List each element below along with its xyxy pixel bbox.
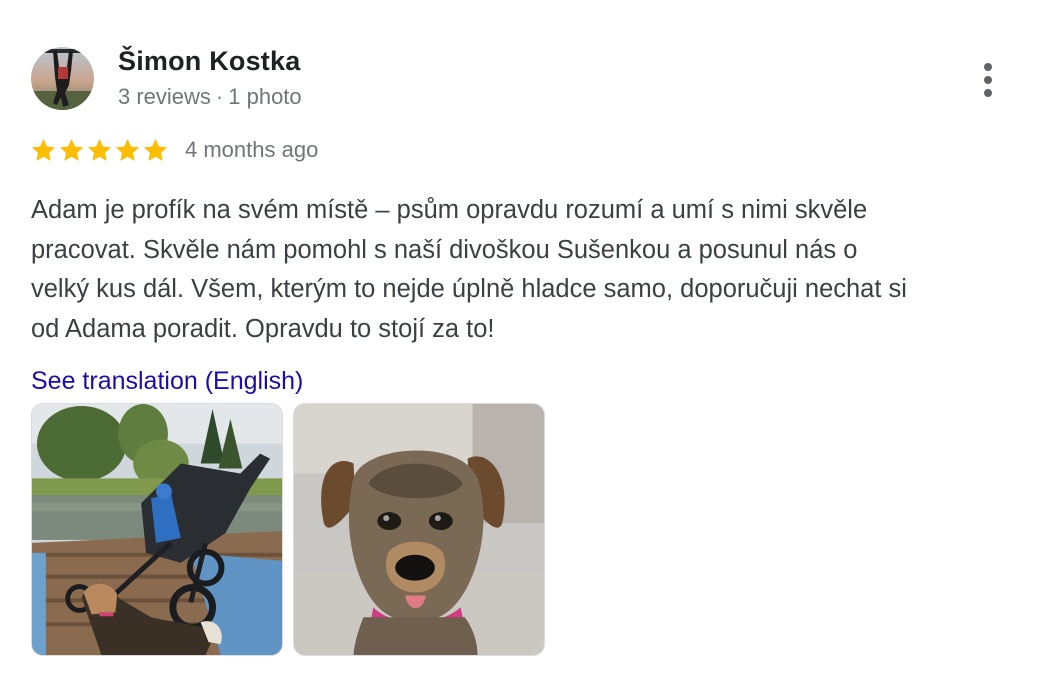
star-icon: [115, 138, 140, 161]
review-card: Šimon Kostka 3 reviews · 1 photo 4 months …: [0, 0, 1044, 688]
star-icon: [87, 138, 112, 161]
review-photo-2[interactable]: [293, 403, 545, 656]
reviews-count: 3 reviews: [118, 84, 211, 109]
rating-row: 4 months ago: [30, 135, 318, 165]
more-vert-icon-dot: [984, 89, 992, 97]
star-icon: [143, 138, 168, 161]
avatar-image: [31, 47, 94, 110]
author-name[interactable]: Šimon Kostka: [118, 46, 300, 77]
more-vert-icon-dot: [984, 76, 992, 84]
photos-count: 1 photo: [228, 84, 302, 109]
author-meta: 3 reviews · 1 photo: [118, 84, 302, 110]
lakeside-photo: [32, 404, 282, 655]
avatar[interactable]: [31, 47, 94, 110]
star-icon: [31, 138, 56, 161]
more-vert-icon-dot: [984, 63, 992, 71]
dog-photo: [294, 404, 544, 655]
star-rating: [30, 137, 169, 164]
review-text: Adam je profík na svém místě – psům opra…: [31, 196, 907, 343]
review-time: 4 months ago: [185, 137, 319, 162]
more-options-button[interactable]: [970, 58, 1006, 102]
meta-separator: ·: [215, 84, 224, 109]
review-photo-1[interactable]: [31, 403, 283, 656]
star-icon: [59, 138, 84, 161]
see-translation-link[interactable]: See translation (English): [31, 367, 303, 396]
